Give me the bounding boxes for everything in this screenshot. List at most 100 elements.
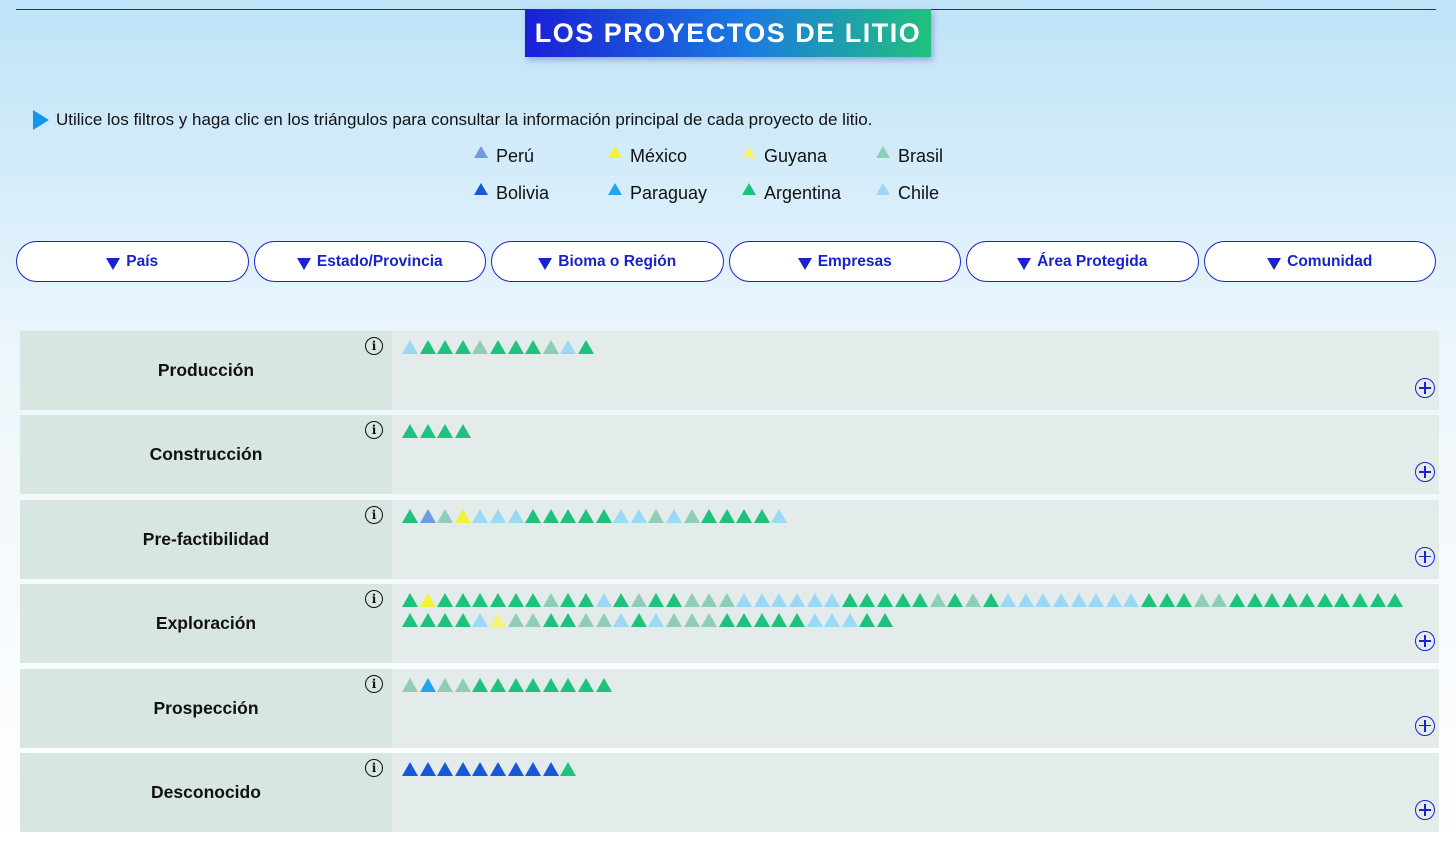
project-triangle-icon[interactable]	[841, 593, 858, 608]
project-triangle-icon[interactable]	[507, 613, 524, 628]
project-triangle-icon[interactable]	[771, 508, 788, 523]
project-triangle-icon[interactable]	[1140, 593, 1157, 608]
project-triangle-icon[interactable]	[525, 340, 542, 354]
project-triangle-icon[interactable]	[402, 613, 418, 628]
project-triangle-icon[interactable]	[824, 613, 841, 628]
project-triangle-icon[interactable]	[525, 613, 542, 628]
project-triangle-icon[interactable]	[1123, 593, 1140, 608]
filter-bioma-region-button[interactable]: Bioma o Región	[491, 241, 724, 282]
project-triangle-icon[interactable]	[1035, 593, 1052, 608]
project-triangle-icon[interactable]	[542, 761, 559, 776]
project-triangle-icon[interactable]	[1000, 593, 1017, 608]
project-triangle-icon[interactable]	[912, 593, 929, 608]
project-triangle-icon[interactable]	[419, 593, 436, 608]
info-icon[interactable]: i	[365, 505, 383, 524]
project-triangle-icon[interactable]	[472, 761, 489, 776]
project-triangle-icon[interactable]	[648, 593, 665, 608]
project-triangle-icon[interactable]	[472, 677, 489, 692]
project-triangle-icon[interactable]	[736, 593, 753, 608]
project-triangle-icon[interactable]	[736, 508, 753, 523]
project-triangle-icon[interactable]	[753, 593, 770, 608]
project-triangle-icon[interactable]	[454, 508, 471, 523]
project-triangle-icon[interactable]	[437, 508, 454, 523]
project-triangle-icon[interactable]	[665, 508, 682, 523]
project-triangle-icon[interactable]	[877, 593, 894, 608]
project-triangle-icon[interactable]	[402, 340, 418, 354]
project-triangle-icon[interactable]	[454, 424, 471, 439]
project-triangle-icon[interactable]	[1158, 593, 1175, 608]
project-triangle-icon[interactable]	[577, 340, 594, 354]
project-triangle-icon[interactable]	[507, 761, 524, 776]
plus-circle-icon[interactable]	[1415, 546, 1435, 567]
project-triangle-icon[interactable]	[1246, 593, 1263, 608]
project-triangle-icon[interactable]	[965, 593, 981, 608]
project-triangle-icon[interactable]	[665, 593, 682, 608]
project-triangle-icon[interactable]	[1228, 593, 1245, 608]
project-triangle-icon[interactable]	[789, 613, 806, 628]
project-triangle-icon[interactable]	[718, 613, 735, 628]
project-triangle-icon[interactable]	[419, 424, 436, 439]
project-triangle-icon[interactable]	[472, 340, 489, 354]
project-triangle-icon[interactable]	[1369, 593, 1386, 608]
project-triangle-icon[interactable]	[1052, 593, 1069, 608]
filter-area-protegida-button[interactable]: Área Protegida	[966, 241, 1199, 282]
project-triangle-icon[interactable]	[806, 613, 823, 628]
project-triangle-icon[interactable]	[982, 593, 999, 608]
project-triangle-icon[interactable]	[472, 613, 489, 628]
filter-comunidad-button[interactable]: Comunidad	[1203, 241, 1436, 282]
project-triangle-icon[interactable]	[402, 677, 418, 692]
project-triangle-icon[interactable]	[489, 508, 506, 523]
project-triangle-icon[interactable]	[437, 613, 454, 628]
project-triangle-icon[interactable]	[525, 508, 542, 523]
project-triangle-icon[interactable]	[402, 593, 418, 608]
project-triangle-icon[interactable]	[1017, 593, 1034, 608]
project-triangle-icon[interactable]	[753, 613, 770, 628]
project-triangle-icon[interactable]	[577, 613, 594, 628]
project-triangle-icon[interactable]	[542, 508, 559, 523]
project-triangle-icon[interactable]	[454, 761, 471, 776]
project-triangle-icon[interactable]	[613, 508, 630, 523]
project-triangle-icon[interactable]	[542, 340, 559, 354]
project-triangle-icon[interactable]	[753, 508, 770, 523]
project-triangle-icon[interactable]	[507, 593, 524, 608]
project-triangle-icon[interactable]	[595, 593, 612, 608]
project-triangle-icon[interactable]	[683, 613, 700, 628]
project-triangle-icon[interactable]	[613, 593, 630, 608]
project-triangle-icon[interactable]	[402, 761, 418, 776]
project-triangle-icon[interactable]	[577, 677, 594, 692]
project-triangle-icon[interactable]	[560, 677, 577, 692]
project-triangle-icon[interactable]	[683, 508, 700, 523]
project-triangle-icon[interactable]	[718, 508, 735, 523]
project-triangle-icon[interactable]	[1299, 593, 1316, 608]
project-triangle-icon[interactable]	[560, 761, 577, 776]
project-triangle-icon[interactable]	[542, 613, 559, 628]
project-triangle-icon[interactable]	[718, 593, 735, 608]
project-triangle-icon[interactable]	[630, 593, 647, 608]
project-triangle-icon[interactable]	[472, 593, 489, 608]
project-triangle-icon[interactable]	[789, 593, 806, 608]
project-triangle-icon[interactable]	[701, 508, 718, 523]
project-triangle-icon[interactable]	[595, 613, 612, 628]
project-triangle-icon[interactable]	[683, 593, 700, 608]
project-triangle-icon[interactable]	[560, 613, 577, 628]
project-triangle-icon[interactable]	[771, 593, 788, 608]
project-triangle-icon[interactable]	[1387, 593, 1404, 608]
project-triangle-icon[interactable]	[1105, 593, 1122, 608]
info-icon[interactable]: i	[365, 674, 383, 693]
project-triangle-icon[interactable]	[419, 677, 436, 692]
plus-circle-icon[interactable]	[1415, 462, 1435, 483]
project-triangle-icon[interactable]	[824, 593, 841, 608]
filter-estado-provincia-button[interactable]: Estado/Provincia	[253, 241, 486, 282]
project-triangle-icon[interactable]	[419, 508, 436, 523]
project-triangle-icon[interactable]	[1316, 593, 1333, 608]
project-triangle-icon[interactable]	[630, 508, 647, 523]
project-triangle-icon[interactable]	[437, 424, 454, 439]
project-triangle-icon[interactable]	[437, 593, 454, 608]
project-triangle-icon[interactable]	[560, 508, 577, 523]
project-triangle-icon[interactable]	[877, 613, 894, 628]
project-triangle-icon[interactable]	[507, 340, 524, 354]
project-triangle-icon[interactable]	[419, 761, 436, 776]
project-triangle-icon[interactable]	[701, 593, 718, 608]
project-triangle-icon[interactable]	[701, 613, 718, 628]
project-triangle-icon[interactable]	[454, 613, 471, 628]
